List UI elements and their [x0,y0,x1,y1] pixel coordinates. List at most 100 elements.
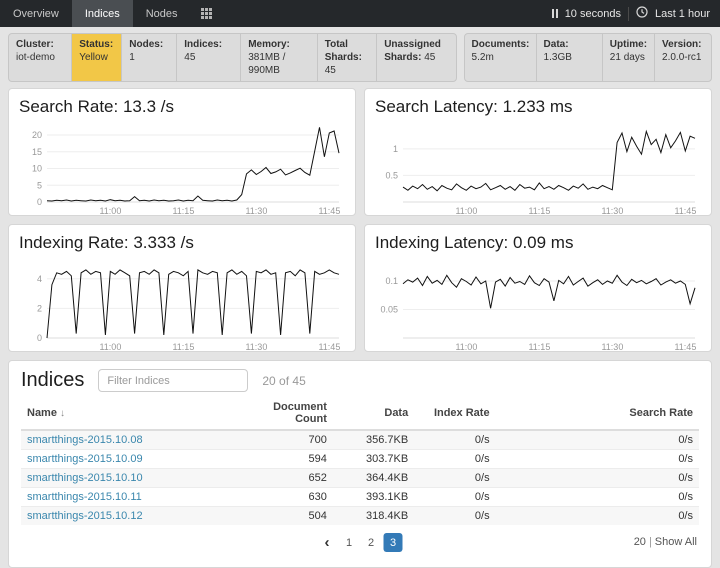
total-shards-cell: Total Shards: 45 [318,34,377,81]
search-rate-panel: Search Rate: 13.3 /s 0510152011:0011:151… [8,88,356,216]
cell-value: Yellow [79,52,108,63]
cell-value: 1.3GB [544,52,572,63]
column-header-document-count[interactable]: Document Count [238,397,333,430]
indices-panel: Indices 20 of 45 Name ↓ Document Count D… [8,360,712,568]
data-cell: 303.7KB [333,450,414,469]
pause-icon[interactable] [552,9,558,18]
cell-label: Documents: [472,39,530,50]
index-link[interactable]: smartthings-2015.10.11 [27,491,142,503]
charts-grid: Search Rate: 13.3 /s 0510152011:0011:151… [8,88,712,352]
version-cell: Version: 2.0.0-rc1 [655,34,711,81]
indices-table: Name ↓ Document Count Data Index Rate Se… [21,397,699,525]
cell-label: Version: [662,39,701,50]
cell-label: Nodes: [129,39,163,50]
index-name-cell: smartthings-2015.10.09 [21,450,238,469]
tab-overview[interactable]: Overview [0,0,72,27]
index-link[interactable]: smartthings-2015.10.10 [27,472,143,484]
svg-text:11:45: 11:45 [674,206,696,216]
cell-label: Status: [79,39,113,50]
data-cell: 364.4KB [333,469,414,488]
documents-cell: Documents: 5.2m [465,34,537,81]
document-count-cell: 504 [238,507,333,526]
unassigned-shards-cell: Unassigned Shards: 45 [377,34,455,81]
uptime-cell: Uptime: 21 days [603,34,655,81]
index-name-cell: smartthings-2015.10.10 [21,469,238,488]
search-rate-cell: 0/s [496,450,699,469]
svg-text:11:30: 11:30 [601,206,623,216]
index-name-cell: smartthings-2015.10.08 [21,430,238,450]
search-latency-panel: Search Latency: 1.233 ms 0.5111:0011:151… [364,88,712,216]
svg-text:11:15: 11:15 [172,342,194,352]
refresh-interval-label[interactable]: 10 seconds [565,8,621,20]
cell-value: 381MB / 990MB [248,52,285,76]
top-navbar: Overview Indices Nodes 10 seconds Last 1… [0,0,720,27]
svg-text:11:45: 11:45 [674,342,696,352]
nav-divider [628,7,629,21]
page-size-controls: 20|Show All [634,536,697,548]
column-header-name[interactable]: Name ↓ [21,397,238,430]
cell-value: 45 [184,52,195,63]
search-latency-title: Search Latency: 1.233 ms [375,97,701,117]
index-link[interactable]: smartthings-2015.10.08 [27,434,143,446]
indexing-latency-chart: 0.050.111:0011:1511:3011:45 [375,255,701,353]
cell-value: 45 [424,52,435,63]
search-latency-chart: 0.5111:0011:1511:3011:45 [375,119,701,217]
index-link[interactable]: smartthings-2015.10.09 [27,453,143,465]
cell-label: Data: [544,39,569,50]
document-count-cell: 652 [238,469,333,488]
apps-grid-icon[interactable] [191,0,222,27]
search-rate-chart: 0510152011:0011:1511:3011:45 [19,119,345,217]
indexing-rate-panel: Indexing Rate: 3.333 /s 02411:0011:1511:… [8,224,356,352]
document-count-cell: 700 [238,430,333,450]
svg-text:20: 20 [32,130,42,140]
svg-text:11:00: 11:00 [99,342,121,352]
svg-text:11:15: 11:15 [528,342,550,352]
indices-count-cell: Indices: 45 [177,34,241,81]
column-header-index-rate[interactable]: Index Rate [414,397,495,430]
data-cell: 318.4KB [333,507,414,526]
table-header-row: Name ↓ Document Count Data Index Rate Se… [21,397,699,430]
index-name-cell: smartthings-2015.10.11 [21,488,238,507]
search-rate-cell: 0/s [496,507,699,526]
tab-nodes[interactable]: Nodes [133,0,191,27]
index-rate-cell: 0/s [414,469,495,488]
cell-value: 2.0.0-rc1 [662,52,701,63]
data-cell: 356.7KB [333,430,414,450]
column-header-data[interactable]: Data [333,397,414,430]
index-rate-cell: 0/s [414,488,495,507]
show-all-link[interactable]: Show All [655,536,697,548]
time-range-label[interactable]: Last 1 hour [655,8,710,20]
cell-label: Total Shards: [325,39,362,63]
data-cell: 393.1KB [333,488,414,507]
svg-text:11:00: 11:00 [455,342,477,352]
sort-desc-icon: ↓ [60,408,65,419]
nodes-count-cell: Nodes: 1 [122,34,177,81]
tab-indices[interactable]: Indices [72,0,133,27]
page-button-2[interactable]: 2 [362,533,381,552]
prev-page-button[interactable]: ‹ [318,533,337,552]
svg-text:0: 0 [37,333,42,343]
cell-value: 1 [129,52,135,63]
page-button-3[interactable]: 3 [384,533,403,552]
svg-text:11:15: 11:15 [528,206,550,216]
cell-value: iot-demo [16,52,55,63]
indexing-latency-panel: Indexing Latency: 0.09 ms 0.050.111:0011… [364,224,712,352]
index-link[interactable]: smartthings-2015.10.12 [27,510,143,522]
svg-text:11:30: 11:30 [245,206,267,216]
index-name-cell: smartthings-2015.10.12 [21,507,238,526]
indices-title: Indices [21,369,84,392]
page-button-1[interactable]: 1 [340,533,359,552]
status-badge: Status: Yellow [72,34,122,81]
page-size-value[interactable]: 20 [634,536,646,548]
data-size-cell: Data: 1.3GB [537,34,603,81]
cell-value: 21 days [610,52,645,63]
cell-value: 5.2m [472,52,494,63]
filter-indices-input[interactable] [98,369,248,392]
svg-text:0.1: 0.1 [385,276,398,286]
column-header-search-rate[interactable]: Search Rate [496,397,699,430]
svg-text:11:00: 11:00 [99,206,121,216]
table-row: smartthings-2015.10.08 700 356.7KB 0/s 0… [21,430,699,450]
svg-text:10: 10 [32,164,42,174]
search-rate-title: Search Rate: 13.3 /s [19,97,345,117]
table-row: smartthings-2015.10.12 504 318.4KB 0/s 0… [21,507,699,526]
